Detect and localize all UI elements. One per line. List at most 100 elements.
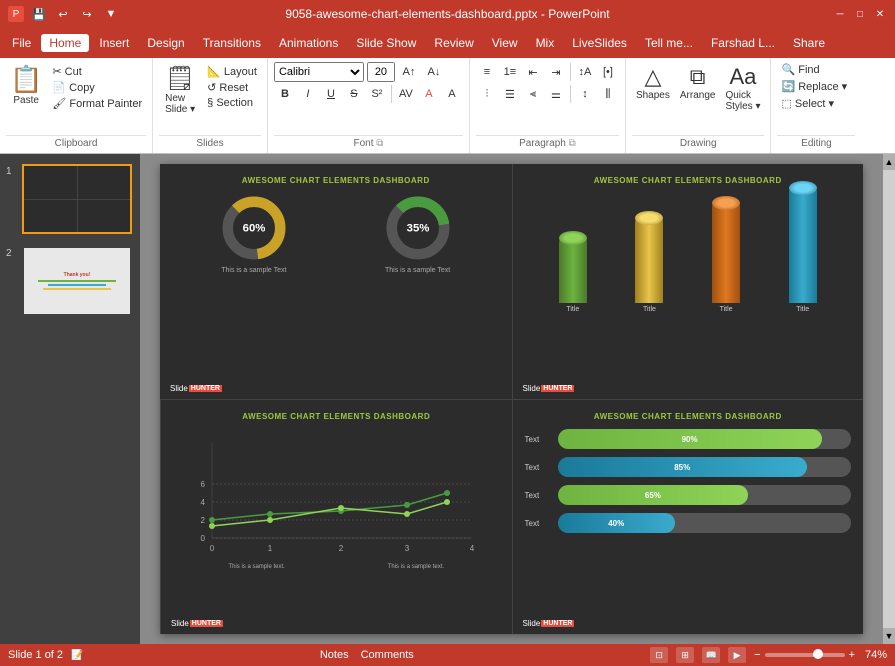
view-normal-button[interactable]: ⊡ <box>650 647 668 663</box>
close-button[interactable]: ✕ <box>873 7 887 21</box>
new-slide-button[interactable]: 🗒 NewSlide ▾ <box>159 62 201 117</box>
char-spacing-button[interactable]: AV <box>395 84 417 104</box>
increase-font-button[interactable]: A↓ <box>423 62 445 82</box>
line-chart-container: 0 2 4 6 0 1 2 3 4 <box>173 429 500 570</box>
text-highlight-button[interactable]: A <box>441 84 463 104</box>
view-reading-button[interactable]: 📖 <box>702 647 720 663</box>
status-center: Notes Comments <box>320 649 414 661</box>
zoom-slider[interactable] <box>765 653 845 657</box>
scrollbar-right[interactable]: ▲ ▼ <box>883 154 895 644</box>
cut-button[interactable]: ✂ Cut <box>48 64 146 79</box>
arrange-button[interactable]: ⧉ Arrange <box>676 62 720 103</box>
maximize-button[interactable]: □ <box>853 7 867 21</box>
slide-thumbnail-2[interactable]: Thank you! <box>22 246 132 316</box>
status-right: ⊡ ⊞ 📖 ▶ − + 74% <box>650 647 887 663</box>
slide-thumbnail-1[interactable] <box>22 164 132 234</box>
x-label-1: This is a sample text. <box>228 564 284 570</box>
svg-text:0: 0 <box>210 544 215 553</box>
cylinder-1: Title <box>559 238 587 313</box>
line-chart-svg: 0 2 4 6 0 1 2 3 4 <box>177 433 487 563</box>
cylinder-label-1: Title <box>566 306 579 313</box>
qa-dropdown[interactable]: ▼ <box>102 5 120 23</box>
menu-liveslides[interactable]: LiveSlides <box>564 34 635 52</box>
text-direction-button[interactable]: ↕A <box>574 62 596 82</box>
menu-view[interactable]: View <box>484 34 526 52</box>
bullets-button[interactable]: ≡ <box>476 62 498 82</box>
strikethrough-button[interactable]: S <box>343 84 365 104</box>
scroll-up-button[interactable]: ▲ <box>883 154 895 170</box>
menu-file[interactable]: File <box>4 34 39 52</box>
align-right-button[interactable]: ⫷ <box>522 84 544 104</box>
app-icon: P <box>8 6 24 22</box>
reset-button[interactable]: ↺ Reset <box>203 80 261 95</box>
menu-mix[interactable]: Mix <box>528 34 563 52</box>
underline-button[interactable]: U <box>320 84 342 104</box>
notes-button[interactable]: Notes <box>320 649 349 661</box>
qa-save[interactable]: 💾 <box>30 5 48 23</box>
align-left-button[interactable]: ⫶ <box>476 84 498 104</box>
columns-button[interactable]: ⫼ <box>597 84 619 104</box>
view-presenter-button[interactable]: ▶ <box>728 647 746 663</box>
increase-indent-button[interactable]: ⇥ <box>545 62 567 82</box>
replace-button[interactable]: 🔄 Replace ▾ <box>777 79 855 94</box>
view-slide-sorter-button[interactable]: ⊞ <box>676 647 694 663</box>
menu-share[interactable]: Share <box>785 34 833 52</box>
cylinder-2: Title <box>635 218 663 313</box>
zoom-bar: − + 74% <box>754 649 887 661</box>
align-center-button[interactable]: ☰ <box>499 84 521 104</box>
menu-insert[interactable]: Insert <box>91 34 137 52</box>
zoom-in-button[interactable]: + <box>849 649 855 661</box>
donut-2: 35% This is a sample Text <box>383 193 453 274</box>
layout-button[interactable]: 📐 Layout <box>203 64 261 79</box>
progress-label-1: Text <box>525 435 550 444</box>
line-spacing-button[interactable]: ↕ <box>574 84 596 104</box>
slide-brand-1: Slide HUNTER <box>170 384 222 393</box>
justify-button[interactable]: ⚌ <box>545 84 567 104</box>
qa-undo[interactable]: ↩ <box>54 5 72 23</box>
decrease-font-button[interactable]: A↑ <box>398 62 420 82</box>
comments-button[interactable]: Comments <box>361 649 414 661</box>
select-button[interactable]: ⬚ Select ▾ <box>777 96 855 111</box>
zoom-thumb[interactable] <box>813 649 823 659</box>
slide-panel: 1 2 Thank you! <box>0 154 140 644</box>
minimize-button[interactable]: ─ <box>833 7 847 21</box>
numbering-button[interactable]: 1≡ <box>499 62 521 82</box>
bold-button[interactable]: B <box>274 84 296 104</box>
zoom-out-button[interactable]: − <box>754 649 760 661</box>
slide-info: Slide 1 of 2 <box>8 649 63 661</box>
shapes-button[interactable]: △ Shapes <box>632 62 674 103</box>
paste-button[interactable]: 📋 Paste <box>6 62 46 108</box>
shadow-button[interactable]: S² <box>366 84 388 104</box>
donut-area: 60% This is a sample Text 35% This is a … <box>172 193 500 274</box>
font-family-select[interactable]: Calibri <box>274 62 364 82</box>
svg-text:4: 4 <box>470 544 475 553</box>
zoom-level[interactable]: 74% <box>859 649 887 661</box>
slide-thumb-1[interactable]: 1 <box>4 162 136 236</box>
menu-design[interactable]: Design <box>139 34 192 52</box>
font-size-input[interactable] <box>367 62 395 82</box>
slide-thumb-2[interactable]: 2 Thank you! <box>4 244 136 318</box>
menu-account[interactable]: Farshad L... <box>703 34 783 52</box>
menu-tellme[interactable]: Tell me... <box>637 34 701 52</box>
quick-styles-button[interactable]: Aa QuickStyles ▾ <box>721 62 764 114</box>
section-button[interactable]: § Section <box>203 96 261 110</box>
slide-num-2: 2 <box>6 246 18 259</box>
menu-slideshow[interactable]: Slide Show <box>348 34 424 52</box>
menu-transitions[interactable]: Transitions <box>195 34 269 52</box>
find-button[interactable]: 🔍 Find <box>777 62 855 77</box>
font-color-button[interactable]: A <box>418 84 440 104</box>
convert-to-smartart-button[interactable]: [•] <box>597 62 619 82</box>
scroll-down-button[interactable]: ▼ <box>883 628 895 644</box>
progress-row-1: Text 90% <box>525 429 852 449</box>
progress-label-3: Text <box>525 491 550 500</box>
decrease-indent-button[interactable]: ⇤ <box>522 62 544 82</box>
menu-animations[interactable]: Animations <box>271 34 346 52</box>
menu-review[interactable]: Review <box>426 34 481 52</box>
chart-title-3: AWESOME CHART ELEMENTS DASHBOARD <box>173 412 500 421</box>
format-painter-button[interactable]: 🖌 Format Painter <box>48 96 146 111</box>
italic-button[interactable]: I <box>297 84 319 104</box>
qa-redo[interactable]: ↪ <box>78 5 96 23</box>
copy-button[interactable]: 📄 Copy <box>48 80 146 95</box>
slide-num-1: 1 <box>6 164 18 177</box>
menu-home[interactable]: Home <box>41 34 89 52</box>
